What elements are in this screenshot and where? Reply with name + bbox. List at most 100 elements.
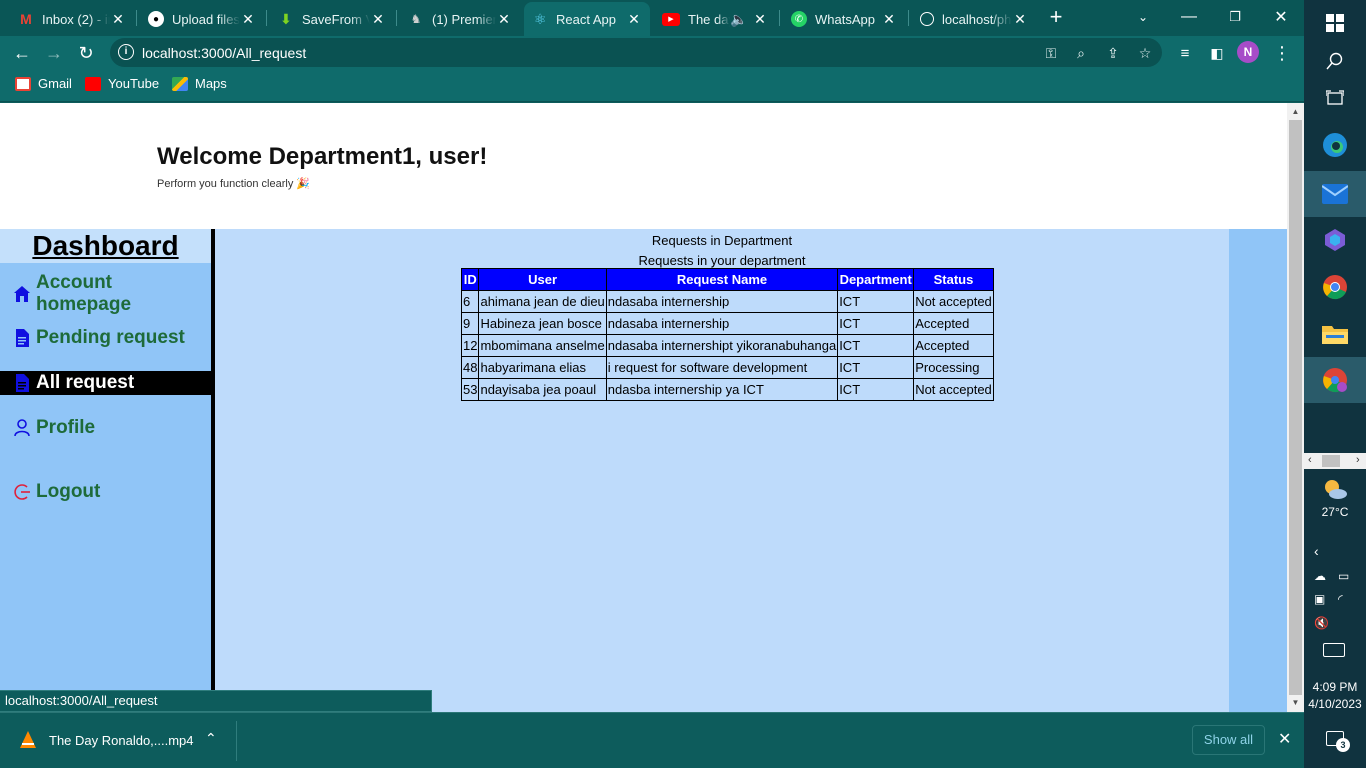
sidebar-item-label: All request (36, 372, 135, 393)
cell-request-name: ndasaba internership (605, 312, 839, 335)
tab-whatsapp[interactable]: ✆ WhatsApp ✕ (783, 2, 905, 36)
tab-youtube[interactable]: ▶ The day 🔈 ✕ (654, 2, 776, 36)
bookmark-gmail[interactable]: Gmail (15, 76, 72, 91)
wifi-icon[interactable]: ◜ (1338, 592, 1343, 606)
restore-button[interactable]: ❐ (1212, 0, 1258, 34)
scroll-down-arrow[interactable]: ▼ (1287, 696, 1304, 710)
chevron-left-icon[interactable]: ‹ (1314, 543, 1319, 559)
sidebar-item-pending-request[interactable]: Pending request (0, 325, 211, 351)
battery-icon[interactable]: ▭ (1338, 569, 1349, 583)
close-icon[interactable]: ✕ (1012, 11, 1028, 28)
tab-react-app[interactable]: ⚛ React App ✕ (524, 2, 650, 36)
bookmark-youtube[interactable]: YouTube (85, 76, 159, 91)
back-button[interactable]: ← (9, 40, 35, 66)
cell-status: Not accepted (913, 378, 994, 401)
close-window-button[interactable]: ✕ (1258, 0, 1304, 34)
bookmark-maps[interactable]: Maps (172, 76, 227, 91)
chevron-left-icon[interactable]: ‹ (1308, 454, 1312, 466)
welcome-heading: Welcome Department1, user! (157, 143, 488, 170)
sidebar-item-account-homepage[interactable]: Account homepage (0, 272, 211, 315)
meet-icon[interactable]: ▣ (1314, 592, 1325, 606)
close-download-bar-icon[interactable]: ✕ (1278, 729, 1291, 749)
profile-avatar[interactable]: N (1237, 41, 1259, 63)
sidebar-item-label: Logout (36, 481, 101, 502)
close-icon[interactable]: ✕ (881, 11, 897, 28)
bookmark-label: YouTube (108, 76, 160, 91)
cell-department: ICT (837, 378, 915, 401)
scroll-up-arrow[interactable]: ▲ (1287, 105, 1304, 119)
tab-savefrom[interactable]: ⬇ SaveFrom V ✕ (270, 2, 394, 36)
vertical-scrollbar[interactable]: ▲ ▼ (1287, 103, 1304, 712)
vlc-icon (18, 730, 38, 750)
document-icon (13, 374, 31, 392)
volume-mute-icon[interactable]: 🔇 (1314, 616, 1329, 630)
tab-github[interactable]: ● Upload files ✕ (140, 2, 264, 36)
file-explorer-icon[interactable] (1304, 311, 1366, 357)
weather-icon[interactable] (1322, 478, 1348, 505)
side-panel-icon[interactable]: ◧ (1204, 40, 1230, 66)
main-content: Requests in Department Requests in your … (215, 229, 1229, 712)
chevron-right-icon[interactable]: › (1356, 454, 1360, 466)
forward-button[interactable]: → (41, 40, 67, 66)
mail-icon[interactable] (1304, 171, 1366, 217)
chrome-profile-icon[interactable] (1304, 357, 1366, 403)
keyboard-icon[interactable] (1323, 643, 1345, 657)
url-text: localhost:3000/All_request (142, 44, 307, 61)
bookmark-label: Maps (195, 76, 227, 91)
menu-icon[interactable]: ⋮ (1269, 40, 1295, 66)
cell-department: ICT (837, 312, 915, 335)
sidebar-item-logout[interactable]: Logout (0, 479, 211, 505)
share-icon[interactable]: ⇪ (1104, 44, 1122, 62)
requests-subheading: Requests in your department (638, 253, 806, 268)
table-header-row: ID User Request Name Department Status (460, 268, 994, 291)
taskbar-scrollbar[interactable]: ‹ › (1304, 453, 1366, 469)
chrome-icon[interactable] (1304, 264, 1366, 310)
new-tab-button[interactable]: + (1034, 0, 1078, 34)
reload-button[interactable]: ↻ (73, 40, 99, 66)
cell-id: 9 (460, 312, 480, 335)
tab-premier[interactable]: ♞ (1) Premier l ✕ (400, 2, 520, 36)
tab-localhost-php[interactable]: localhost/ph ✕ (912, 2, 1036, 36)
close-icon[interactable]: ✕ (110, 11, 126, 28)
copilot-icon[interactable] (1304, 217, 1366, 263)
cell-request-name: i request for software development (605, 356, 839, 379)
info-icon[interactable]: i (118, 44, 134, 60)
scrollbar-thumb[interactable] (1289, 120, 1302, 695)
dashboard-title: Dashboard (32, 230, 179, 261)
address-bar[interactable]: i localhost:3000/All_request ⚿ ⌕ ⇪ ☆ (110, 38, 1162, 67)
show-all-button[interactable]: Show all (1192, 725, 1265, 755)
browser-tab-bar: M Inbox (2) - in ✕ ● Upload files ✕ ⬇ Sa… (0, 0, 1304, 36)
sidebar-item-label: Profile (36, 417, 96, 438)
key-icon[interactable]: ⚿ (1042, 44, 1060, 62)
media-controls-icon[interactable]: ≡ (1172, 40, 1198, 66)
task-view-icon[interactable] (1304, 76, 1366, 122)
download-item-name[interactable]: The Day Ronaldo,....mp4 (49, 733, 194, 748)
bookmark-star-icon[interactable]: ☆ (1136, 44, 1154, 62)
close-icon[interactable]: ✕ (752, 11, 768, 28)
onedrive-warning-icon[interactable]: ☁ (1314, 569, 1326, 583)
status-url-bubble: localhost:3000/All_request (0, 690, 432, 712)
cell-id: 53 (460, 378, 480, 401)
tab-search-icon[interactable]: ⌄ (1120, 0, 1166, 34)
github-icon: ● (148, 11, 164, 27)
close-icon[interactable]: ✕ (496, 11, 512, 28)
chevron-up-icon[interactable]: ⌃ (205, 730, 217, 747)
close-icon[interactable]: ✕ (626, 11, 642, 28)
close-icon[interactable]: ✕ (240, 11, 256, 28)
download-bar: The Day Ronaldo,....mp4 ⌃ Show all ✕ (0, 712, 1304, 768)
scrollbar-thumb[interactable] (1322, 455, 1340, 467)
close-icon[interactable]: ✕ (370, 11, 386, 28)
cell-status: Accepted (913, 312, 994, 335)
minimize-button[interactable]: — (1166, 0, 1212, 34)
edge-icon[interactable] (1304, 122, 1366, 168)
audio-icon[interactable]: 🔈 (730, 11, 747, 28)
sidebar-item-all-request[interactable]: All request (0, 371, 211, 395)
tab-gmail[interactable]: M Inbox (2) - in ✕ (10, 2, 134, 36)
sidebar-item-profile[interactable]: Profile (0, 415, 211, 441)
clock-date[interactable]: 4/10/2023 (1304, 697, 1366, 711)
tab-title: React App (556, 11, 616, 27)
zoom-icon[interactable]: ⌕ (1072, 44, 1090, 62)
cell-department: ICT (837, 356, 915, 379)
tab-title: The day (688, 11, 730, 27)
clock-time[interactable]: 4:09 PM (1304, 680, 1366, 694)
